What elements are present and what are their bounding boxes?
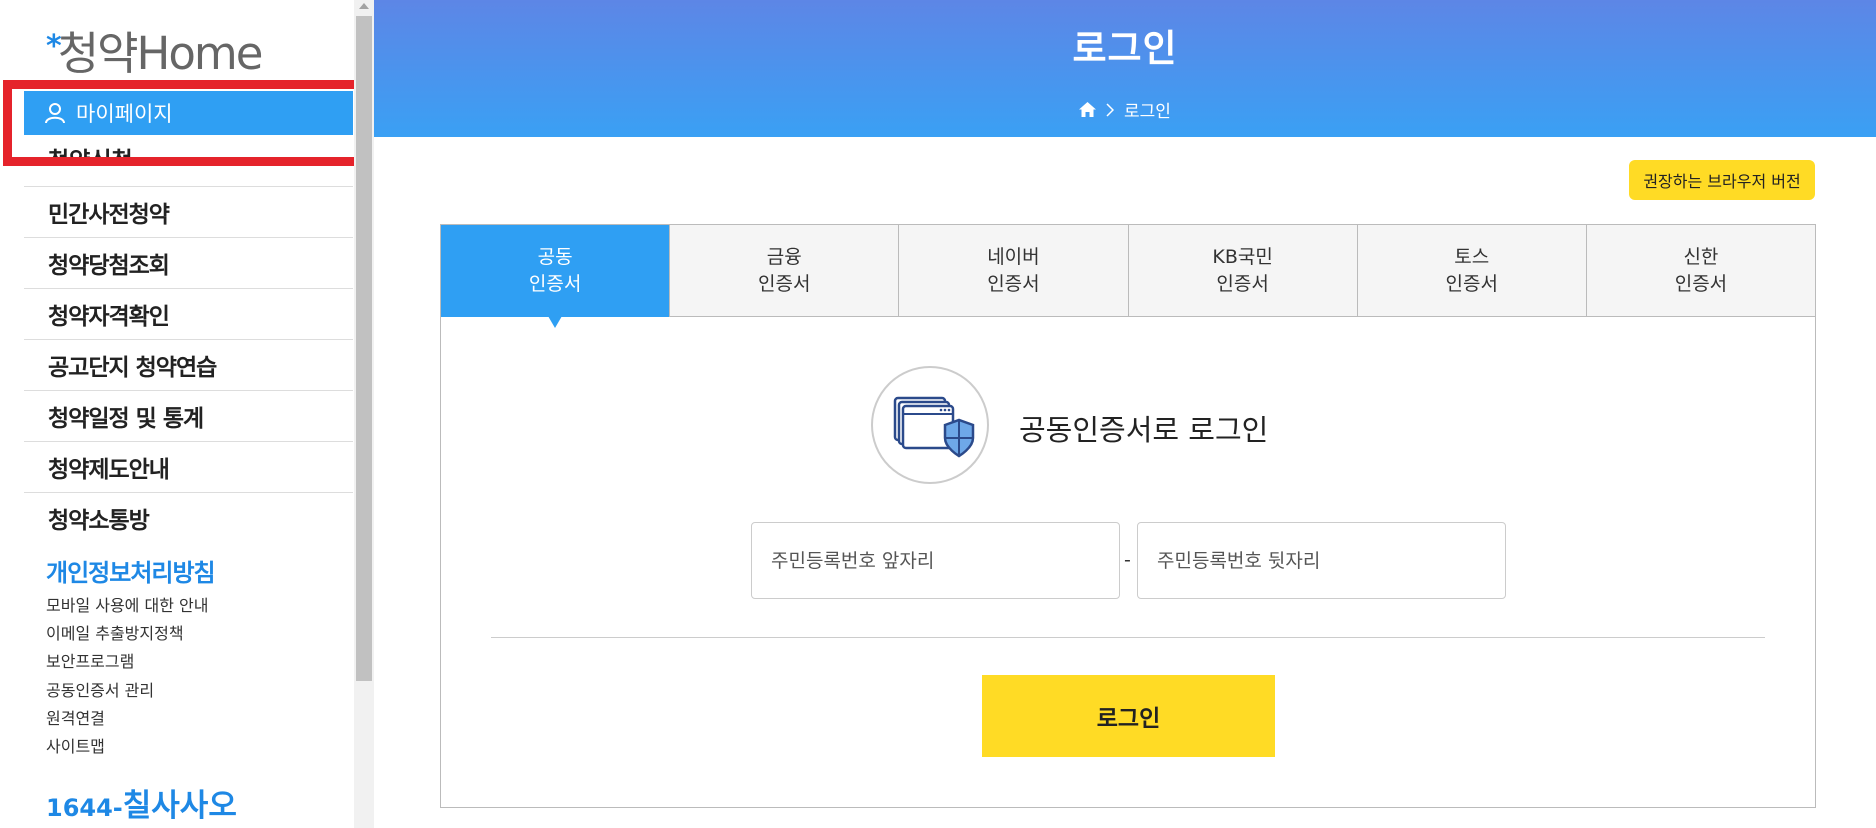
sub-link[interactable]: 원격연결 [46, 705, 208, 733]
sub-links: 모바일 사용에 대한 안내 이메일 추출방지정책 보안프로그램 공동인증서 관리… [46, 592, 208, 761]
tab-label-line2: 인증서 [1674, 272, 1728, 295]
tab-label-line2: 인증서 [1445, 272, 1498, 295]
tab-shinhan-cert[interactable]: 신한 인증서 [1585, 225, 1816, 317]
site-logo[interactable]: * 청약Home [46, 26, 264, 80]
tab-toss-cert[interactable]: 토스 인증서 [1356, 225, 1586, 317]
menu-item[interactable]: 공고단지 청약연습 [24, 339, 353, 390]
divider [491, 637, 1765, 638]
rrn-front-input[interactable] [751, 522, 1120, 599]
privacy-policy-link[interactable]: 개인정보처리방침 [46, 553, 216, 588]
menu-item[interactable]: 청약일정 및 통계 [24, 390, 353, 441]
sub-link[interactable]: 공동인증서 관리 [46, 677, 208, 705]
rrn-back-input[interactable] [1137, 522, 1506, 599]
rrn-separator: - [1124, 549, 1131, 571]
tab-label-line1: 공동 [537, 245, 573, 268]
sub-link[interactable]: 보안프로그램 [46, 648, 208, 676]
scroll-thumb[interactable] [356, 16, 372, 681]
menu-item-apply[interactable]: 청약신청 [48, 146, 133, 166]
main-menu: 민간사전청약 청약당첨조회 청약자격확인 공고단지 청약연습 청약일정 및 통계… [24, 186, 353, 543]
menu-item[interactable]: 청약당첨조회 [24, 237, 353, 288]
recommended-browser-button[interactable]: 권장하는 브라우저 버전 [1629, 160, 1815, 200]
menu-item[interactable]: 청약제도안내 [24, 441, 353, 492]
logo-text: 청약Home [57, 27, 264, 80]
sub-link[interactable]: 사이트맵 [46, 733, 208, 761]
tab-label-line2: 인증서 [528, 272, 582, 295]
menu-item[interactable]: 청약소통방 [24, 492, 353, 543]
scroll-up-arrow-icon[interactable] [359, 3, 369, 9]
phone-prefix: 1644- [46, 794, 123, 822]
user-icon [45, 103, 65, 124]
sidebar: * 청약Home 청약신청 마이페이지 민간사전청약 청약당첨조회 청약자격확인… [0, 0, 368, 828]
mypage-button[interactable]: 마이페이지 [24, 91, 353, 135]
tab-label-line1: 네이버 [987, 245, 1040, 268]
tab-financial-cert[interactable]: 금융 인증서 [669, 225, 899, 317]
page-header: 로그인 로그인 [374, 0, 1876, 137]
tab-label-line1: 신한 [1683, 245, 1719, 268]
tab-label-line1: 토스 [1454, 245, 1490, 268]
tab-kb-cert[interactable]: KB국민 인증서 [1127, 225, 1357, 317]
tab-label-line1: 금융 [766, 245, 802, 268]
chevron-right-icon [1106, 102, 1115, 117]
sub-link[interactable]: 모바일 사용에 대한 안내 [46, 592, 208, 620]
page-title: 로그인 [1072, 27, 1178, 70]
cert-tabs: 공동 인증서 금융 인증서 네이버 인증서 KB국민 인증서 토스 인증서 신한… [441, 225, 1816, 328]
mypage-label: 마이페이지 [76, 102, 173, 126]
breadcrumb-current: 로그인 [1124, 102, 1171, 122]
menu-item[interactable]: 민간사전청약 [24, 186, 353, 237]
tab-label-line1: KB국민 [1212, 245, 1273, 268]
cert-login-title: 공동인증서로 로그인 [1019, 413, 1269, 447]
tab-naver-cert[interactable]: 네이버 인증서 [898, 225, 1128, 317]
breadcrumb: 로그인 [374, 97, 1876, 122]
certificate-icon [871, 366, 989, 484]
tab-label-line2: 인증서 [758, 272, 811, 295]
login-button[interactable]: 로그인 [982, 675, 1275, 757]
menu-item[interactable]: 청약자격확인 [24, 288, 353, 339]
sidebar-scrollbar[interactable] [354, 0, 374, 828]
sub-link[interactable]: 이메일 추출방지정책 [46, 620, 208, 648]
login-panel: 공동 인증서 금융 인증서 네이버 인증서 KB국민 인증서 토스 인증서 신한… [440, 224, 1816, 808]
phone-suffix: 칠사사오 [122, 788, 237, 824]
tab-label-line2: 인증서 [987, 272, 1040, 295]
home-icon[interactable] [1079, 102, 1097, 117]
logo-star: * [46, 29, 62, 64]
phone-number: 1644-칠사사오 [46, 780, 237, 825]
tab-joint-cert[interactable]: 공동 인증서 [441, 225, 670, 328]
tab-label-line2: 인증서 [1216, 272, 1269, 295]
